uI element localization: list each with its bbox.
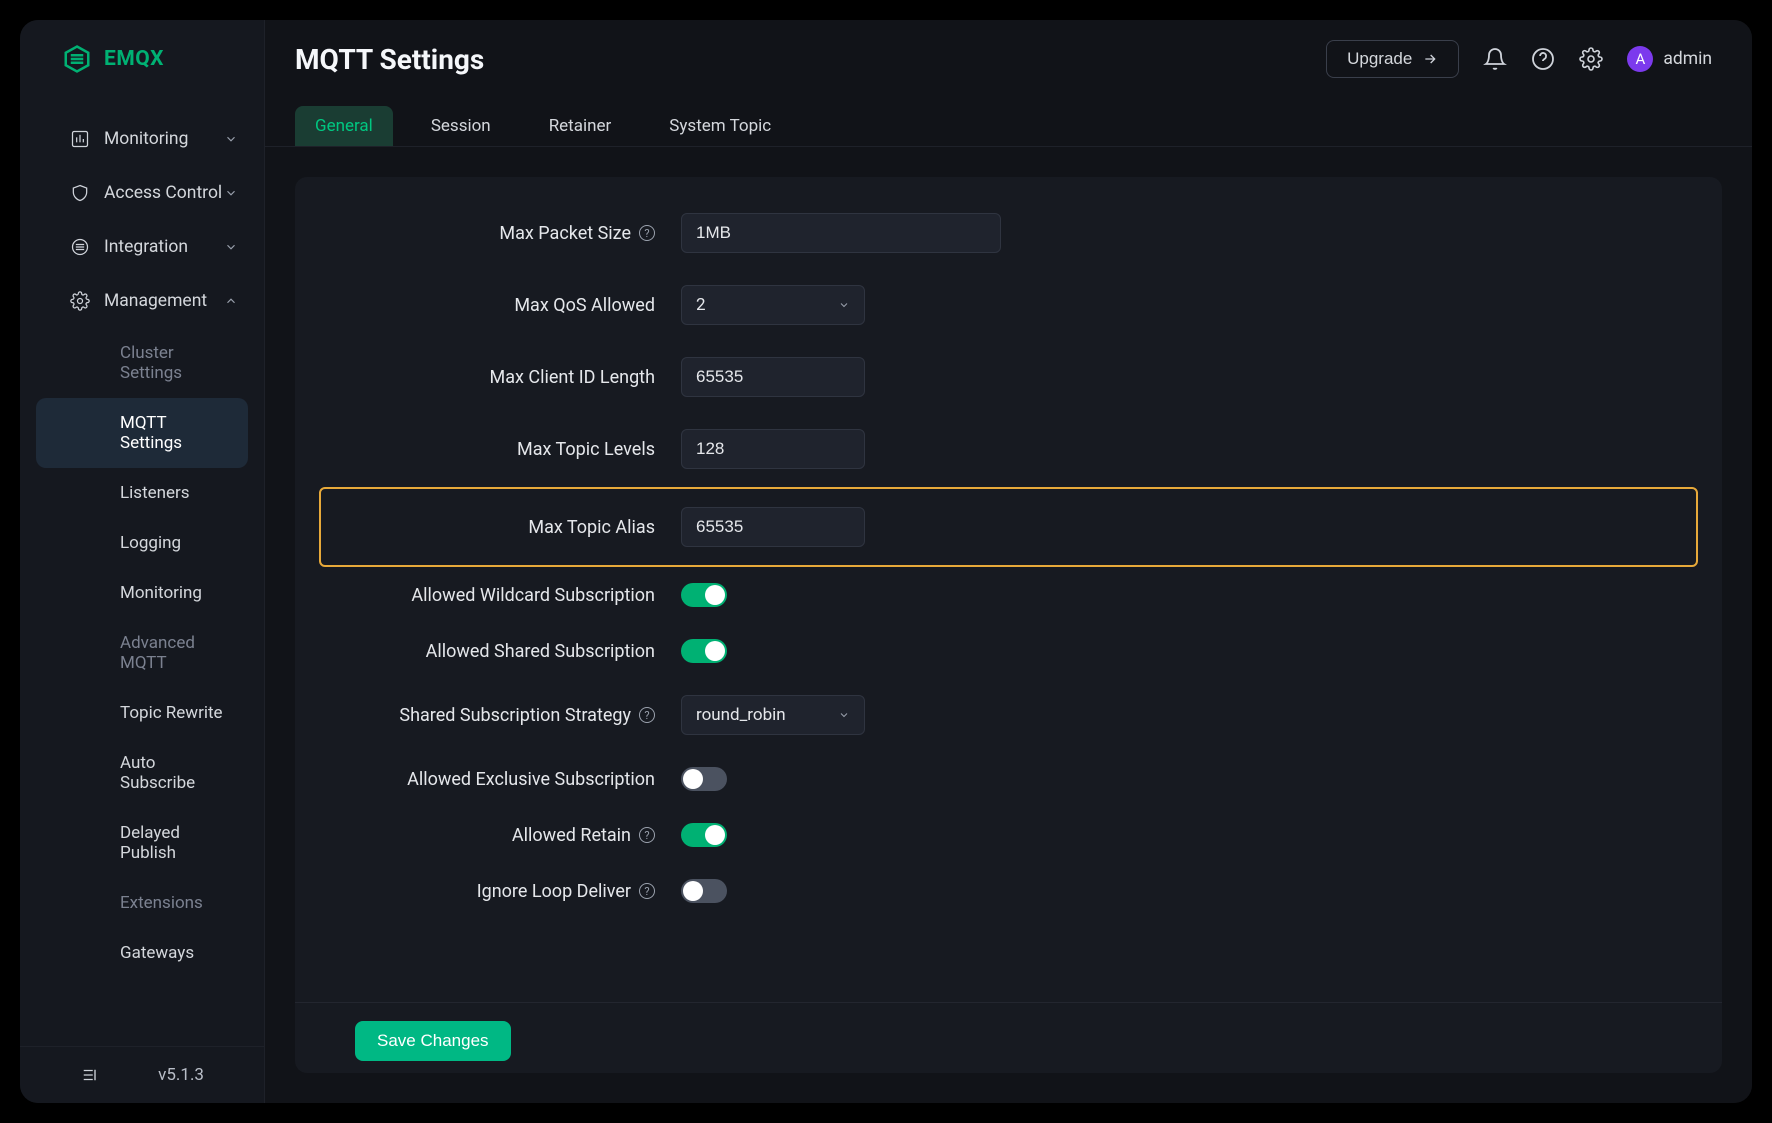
settings-icon[interactable] <box>1579 47 1603 71</box>
row-shared-sub: Allowed Shared Subscription <box>335 639 1682 663</box>
select-shared-strategy[interactable]: round_robin <box>681 695 865 735</box>
toggle-loop-deliver[interactable] <box>681 879 727 903</box>
upgrade-label: Upgrade <box>1347 49 1412 69</box>
toggle-exclusive-sub[interactable] <box>681 767 727 791</box>
sidebar: EMQX Monitoring Access Control <box>20 20 265 1103</box>
chevron-down-icon <box>224 240 238 254</box>
row-max-topic-levels: Max Topic Levels <box>335 429 1682 469</box>
nav-item-gateways[interactable]: Gateways <box>36 928 248 978</box>
avatar: A <box>1627 46 1653 72</box>
app-window: EMQX Monitoring Access Control <box>20 20 1752 1103</box>
label-max-topic-alias: Max Topic Alias <box>335 517 655 538</box>
version-label: v5.1.3 <box>158 1065 204 1085</box>
dashboard-icon <box>70 129 90 149</box>
nav-item-logging[interactable]: Logging <box>36 518 248 568</box>
row-exclusive-sub: Allowed Exclusive Subscription <box>335 767 1682 791</box>
label-max-client-id: Max Client ID Length <box>335 367 655 388</box>
shield-icon <box>70 183 90 203</box>
nav-group-management[interactable]: Management <box>20 274 264 328</box>
nav-item-advanced-mqtt[interactable]: Advanced MQTT <box>36 618 248 688</box>
nav-item-listeners[interactable]: Listeners <box>36 468 248 518</box>
nav-item-extensions[interactable]: Extensions <box>36 878 248 928</box>
panel-footer: Save Changes <box>295 1002 1722 1063</box>
input-max-packet-size[interactable] <box>681 213 1001 253</box>
nav-group-label: Management <box>104 291 207 311</box>
row-wildcard-sub: Allowed Wildcard Subscription <box>335 583 1682 607</box>
page-title: MQTT Settings <box>295 43 484 76</box>
toggle-shared-sub[interactable] <box>681 639 727 663</box>
label-shared-strategy: Shared Subscription Strategy ? <box>335 705 655 726</box>
header: MQTT Settings Upgrade A adm <box>265 20 1752 88</box>
toggle-wildcard-sub[interactable] <box>681 583 727 607</box>
brand-name: EMQX <box>104 47 164 71</box>
header-actions: Upgrade A admin <box>1326 40 1712 78</box>
tab-general[interactable]: General <box>295 106 393 146</box>
info-icon[interactable]: ? <box>639 827 655 843</box>
nav-item-mqtt-settings[interactable]: MQTT Settings <box>36 398 248 468</box>
nav-group-monitoring[interactable]: Monitoring <box>20 112 264 166</box>
label-max-packet-size: Max Packet Size ? <box>335 223 655 244</box>
content: Max Packet Size ? Max QoS Allowed 2 <box>265 147 1752 1103</box>
row-max-topic-alias: Max Topic Alias <box>319 487 1698 567</box>
nav-group-label: Access Control <box>104 183 222 203</box>
collapse-sidebar-icon[interactable] <box>80 1066 98 1084</box>
brand-logo[interactable]: EMQX <box>20 20 264 98</box>
row-max-client-id: Max Client ID Length <box>335 357 1682 397</box>
label-retain: Allowed Retain ? <box>335 825 655 846</box>
info-icon[interactable]: ? <box>639 883 655 899</box>
user-menu[interactable]: A admin <box>1627 46 1712 72</box>
stack-icon <box>70 237 90 257</box>
input-max-client-id[interactable] <box>681 357 865 397</box>
row-max-packet-size: Max Packet Size ? <box>335 213 1682 253</box>
chevron-down-icon <box>224 186 238 200</box>
nav-group-label: Monitoring <box>104 129 188 149</box>
info-icon[interactable]: ? <box>639 225 655 241</box>
tab-retainer[interactable]: Retainer <box>529 106 632 146</box>
tabs: General Session Retainer System Topic <box>265 88 1752 147</box>
chevron-down-icon <box>224 132 238 146</box>
label-loop-deliver: Ignore Loop Deliver ? <box>335 881 655 902</box>
tab-session[interactable]: Session <box>411 106 511 146</box>
nav-item-monitoring[interactable]: Monitoring <box>36 568 248 618</box>
input-max-topic-levels[interactable] <box>681 429 865 469</box>
chevron-down-icon <box>838 709 850 721</box>
toggle-retain[interactable] <box>681 823 727 847</box>
sidebar-footer: v5.1.3 <box>20 1046 264 1103</box>
main: MQTT Settings Upgrade A adm <box>265 20 1752 1103</box>
gear-icon <box>70 291 90 311</box>
label-max-qos: Max QoS Allowed <box>335 295 655 316</box>
label-max-topic-levels: Max Topic Levels <box>335 439 655 460</box>
sidebar-nav: Monitoring Access Control Integration <box>20 98 264 1046</box>
label-shared-sub: Allowed Shared Subscription <box>335 641 655 662</box>
bell-icon[interactable] <box>1483 47 1507 71</box>
username: admin <box>1663 49 1712 69</box>
brand-hex-icon <box>62 44 92 74</box>
input-max-topic-alias[interactable] <box>681 507 865 547</box>
nav-group-access-control[interactable]: Access Control <box>20 166 264 220</box>
label-exclusive-sub: Allowed Exclusive Subscription <box>335 769 655 790</box>
nav-group-label: Integration <box>104 237 188 257</box>
label-wildcard-sub: Allowed Wildcard Subscription <box>335 585 655 606</box>
chevron-up-icon <box>224 294 238 308</box>
arrow-right-icon <box>1422 51 1438 67</box>
info-icon[interactable]: ? <box>639 707 655 723</box>
row-max-qos: Max QoS Allowed 2 <box>335 285 1682 325</box>
settings-panel: Max Packet Size ? Max QoS Allowed 2 <box>295 177 1722 1073</box>
tab-system-topic[interactable]: System Topic <box>649 106 791 146</box>
upgrade-button[interactable]: Upgrade <box>1326 40 1459 78</box>
select-max-qos[interactable]: 2 <box>681 285 865 325</box>
nav-sub-management: Cluster Settings MQTT Settings Listeners… <box>20 328 264 978</box>
nav-item-topic-rewrite[interactable]: Topic Rewrite <box>36 688 248 738</box>
chevron-down-icon <box>838 299 850 311</box>
row-shared-strategy: Shared Subscription Strategy ? round_rob… <box>335 695 1682 735</box>
help-icon[interactable] <box>1531 47 1555 71</box>
row-retain: Allowed Retain ? <box>335 823 1682 847</box>
nav-item-delayed-publish[interactable]: Delayed Publish <box>36 808 248 878</box>
save-button[interactable]: Save Changes <box>355 1021 511 1061</box>
nav-group-integration[interactable]: Integration <box>20 220 264 274</box>
row-loop-deliver: Ignore Loop Deliver ? <box>335 879 1682 903</box>
nav-item-auto-subscribe[interactable]: Auto Subscribe <box>36 738 248 808</box>
nav-item-cluster-settings[interactable]: Cluster Settings <box>36 328 248 398</box>
